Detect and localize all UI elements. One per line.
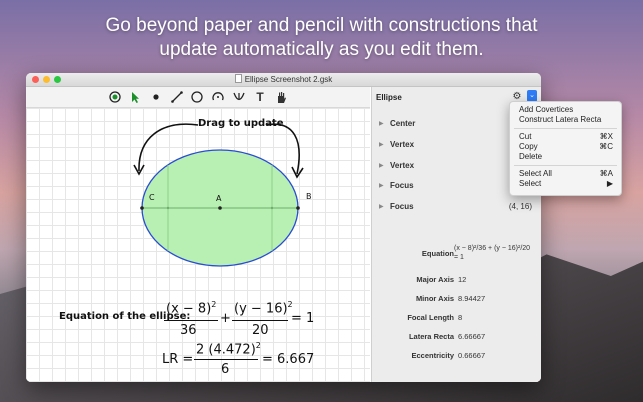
vertex-point-b[interactable] (296, 206, 300, 210)
menu-shortcut-select-all: ⌘A (599, 169, 613, 178)
disclosure-triangle-icon[interactable]: ▶ (379, 182, 384, 189)
menu-item-construct-latera-recta[interactable]: Construct Latera Recta (519, 115, 601, 124)
row-value: (4, 16) (508, 202, 532, 211)
menu-shortcut-cut: ⌘X (599, 132, 613, 141)
eq-term2-exponent: 2 (287, 300, 293, 309)
headline-line-1: Go beyond paper and pencil with construc… (105, 15, 538, 36)
lr-fraction-bar (194, 359, 258, 361)
vertex-point-c[interactable] (140, 206, 144, 210)
menu-item-copy[interactable]: Copy (519, 142, 538, 151)
menu-item-delete[interactable]: Delete (519, 152, 542, 161)
center-point-a[interactable] (218, 206, 222, 210)
eq-term2-denominator: 20 (252, 323, 269, 338)
lr-numerator-text: 2 (4.472) (196, 342, 256, 358)
eq-term1-numerator: (x − 8)2 (166, 300, 216, 316)
row-name: Center (390, 119, 416, 128)
row-name: Vertex (390, 161, 415, 170)
prop-label: Major Axis (416, 275, 454, 284)
prop-label: Equation (421, 249, 454, 258)
disclosure-triangle-icon[interactable]: ▶ (379, 141, 384, 148)
point-label-c: C (149, 193, 155, 202)
prop-value-equation-line1: (x − 8)²/36 + (y − 16)²/20 (454, 245, 531, 252)
prop-value: 6.66667 (458, 332, 486, 341)
point-label-b: B (306, 192, 312, 201)
window-title: Ellipse Screenshot 2.gsk (26, 74, 541, 84)
headline-line-2: update automatically as you edit them. (159, 39, 484, 60)
lr-lhs: LR = (162, 352, 194, 367)
prop-value: 8.94427 (458, 294, 486, 303)
focus-point-right[interactable] (270, 206, 274, 210)
drag-to-update-label: Drag to update (198, 118, 284, 129)
menu-item-select-all[interactable]: Select All (519, 169, 552, 178)
menu-shortcut-copy: ⌘C (599, 142, 613, 151)
disclosure-triangle-icon[interactable]: ▶ (379, 162, 384, 169)
point-label-a: A (216, 194, 222, 203)
row-name: Vertex (390, 140, 415, 149)
circle-tool-icon[interactable] (190, 90, 204, 104)
menu-separator (514, 128, 617, 129)
context-menu: Add Covertices Construct Latera Recta Cu… (509, 101, 622, 196)
menu-item-add-covertices[interactable]: Add Covertices (519, 105, 573, 114)
prop-label: Latera Recta (408, 332, 454, 341)
prop-value-equation-line2: = 1 (454, 254, 464, 261)
lr-numerator: 2 (4.472)2 (196, 341, 261, 357)
app-window: Ellipse Screenshot 2.gsk T Drag to updat… (26, 73, 541, 382)
hand-tool-icon[interactable] (274, 90, 288, 104)
lr-result: = 6.667 (262, 352, 315, 367)
properties-section: Equation (x − 8)²/36 + (y − 16)²/20 = 1 … (372, 231, 541, 382)
tool-palette: T (26, 87, 370, 108)
promo-headline: Go beyond paper and pencil with construc… (0, 14, 643, 62)
eq-term1-fraction-bar (164, 320, 218, 322)
eq-term2-num-text: (y − 16) (234, 301, 288, 317)
prop-value: 12 (458, 275, 467, 284)
document-icon (234, 74, 242, 83)
window-title-text: Ellipse Screenshot 2.gsk (244, 75, 333, 84)
text-tool-icon[interactable]: T (253, 90, 267, 104)
eq-equals-one: = 1 (291, 311, 315, 326)
custom-tool-icon[interactable] (232, 90, 246, 104)
lr-denominator: 6 (221, 362, 230, 377)
menu-separator (514, 165, 617, 166)
row-name: Focus (390, 181, 414, 190)
prop-value: 0.66667 (458, 351, 486, 360)
point-info-icon[interactable] (108, 90, 122, 104)
eq-term2-numerator: (y − 16)2 (234, 300, 293, 316)
disclosure-triangle-icon[interactable]: ▶ (379, 203, 384, 210)
prop-label: Eccentricity (411, 351, 454, 360)
lr-numerator-exponent: 2 (255, 341, 261, 350)
prop-value: 8 (458, 313, 463, 322)
focus-point-left[interactable] (166, 206, 170, 210)
submenu-arrow-icon: ▶ (606, 179, 613, 188)
arrow-tool-icon[interactable] (128, 90, 142, 104)
menu-item-select[interactable]: Select (519, 179, 541, 188)
inspector-title: Ellipse (376, 93, 402, 102)
prop-label: Minor Axis (415, 294, 454, 303)
eq-term1-denominator: 36 (180, 323, 197, 338)
prop-label: Focal Length (407, 313, 454, 322)
disclosure-triangle-icon[interactable]: ▶ (379, 120, 384, 127)
arc-tool-icon[interactable] (211, 90, 225, 104)
point-tool-icon[interactable] (149, 90, 163, 104)
menu-item-cut[interactable]: Cut (519, 132, 531, 141)
eq-term2-fraction-bar (232, 320, 288, 322)
eq-term1-exponent: 2 (211, 300, 217, 309)
eq-plus-sign: + (220, 311, 231, 326)
row-name: Focus (390, 202, 414, 211)
eq-term1-num-text: (x − 8) (166, 301, 212, 317)
inspector-row-focus-2[interactable]: ▶ Focus (4, 16) (372, 198, 541, 218)
segment-tool-icon[interactable] (170, 90, 184, 104)
title-bar: Ellipse Screenshot 2.gsk (26, 73, 541, 87)
sketch-canvas[interactable]: Drag to update A B C Equation of the ell… (26, 108, 370, 382)
